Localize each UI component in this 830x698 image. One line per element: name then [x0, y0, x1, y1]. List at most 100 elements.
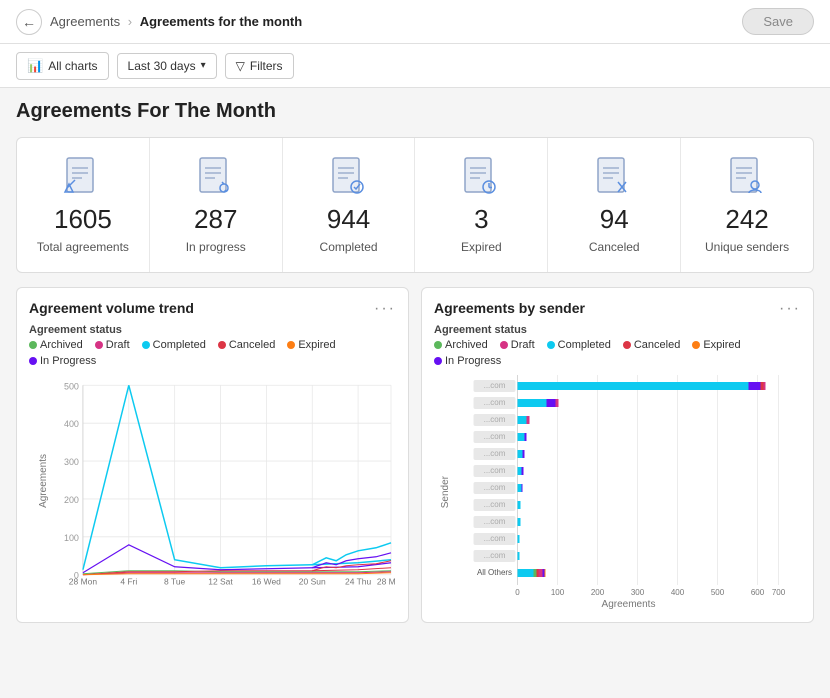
volume-chart-header: Agreement volume trend ···	[29, 300, 396, 318]
svg-text:400: 400	[64, 419, 79, 429]
svg-text:...com: ...com	[484, 483, 506, 492]
charts-icon: 📊	[27, 58, 43, 74]
sender-legend-draft: Draft	[500, 339, 535, 351]
stats-row: 1605 Total agreements 287 In progress	[16, 137, 814, 273]
volume-trend-chart: Agreement volume trend ··· Agreement sta…	[16, 287, 409, 623]
svg-text:...com: ...com	[484, 551, 506, 560]
filters-label: Filters	[250, 59, 283, 73]
svg-text:100: 100	[551, 588, 565, 597]
volume-chart-menu-button[interactable]: ···	[374, 300, 396, 318]
svg-text:0: 0	[515, 588, 520, 597]
sender-y-axis-label: Sender	[434, 375, 456, 610]
volume-chart-area: Agreements 500 400 300 200 100	[29, 375, 396, 588]
svg-text:...com: ...com	[484, 415, 506, 424]
chevron-down-icon: ▾	[201, 60, 206, 71]
expired-icon	[455, 154, 507, 198]
canceled-number: 94	[600, 206, 629, 232]
svg-text:300: 300	[64, 457, 79, 467]
in-progress-icon	[190, 154, 242, 198]
svg-text:600: 600	[751, 588, 765, 597]
svg-text:8 Tue: 8 Tue	[164, 576, 185, 584]
sender-x-axis-label: Agreements	[456, 599, 801, 610]
stat-canceled: 94 Canceled	[548, 138, 681, 272]
stat-expired: 3 Expired	[415, 138, 548, 272]
svg-text:300: 300	[631, 588, 645, 597]
unique-senders-label: Unique senders	[705, 240, 789, 256]
svg-text:200: 200	[64, 495, 79, 505]
expired-number: 3	[474, 206, 488, 232]
svg-text:...com: ...com	[484, 432, 506, 441]
svg-text:...com: ...com	[484, 381, 506, 390]
sender-legend-expired: Expired	[692, 339, 740, 351]
filter-icon: ▽	[236, 59, 245, 73]
unique-senders-number: 242	[725, 206, 768, 232]
svg-text:700: 700	[772, 588, 786, 597]
sender-bar-chart-container: ...com ...com ...com ...com ...com ...co…	[456, 375, 801, 610]
svg-text:...com: ...com	[484, 466, 506, 475]
completed-number: 944	[327, 206, 370, 232]
all-charts-button[interactable]: 📊 All charts	[16, 52, 109, 80]
svg-text:16 Wed: 16 Wed	[252, 576, 281, 584]
svg-text:...com: ...com	[484, 534, 506, 543]
completed-icon	[323, 154, 375, 198]
svg-text:...com: ...com	[484, 500, 506, 509]
in-progress-number: 287	[194, 206, 237, 232]
svg-text:20 Sun: 20 Sun	[299, 576, 326, 584]
svg-text:28 Mon: 28 Mon	[377, 576, 396, 584]
date-range-button[interactable]: Last 30 days ▾	[117, 53, 217, 79]
breadcrumb-current: Agreements for the month	[140, 14, 303, 29]
canceled-label: Canceled	[589, 240, 640, 256]
in-progress-label: In progress	[186, 240, 246, 256]
sender-chart-header: Agreements by sender ···	[434, 300, 801, 318]
sender-legend-archived: Archived	[434, 339, 488, 351]
svg-text:100: 100	[64, 532, 79, 542]
legend-canceled: Canceled	[218, 339, 275, 351]
svg-text:400: 400	[671, 588, 685, 597]
legend-in-progress: In Progress	[29, 355, 96, 367]
volume-chart-legend: Archived Draft Completed Canceled Expire…	[29, 339, 396, 367]
y-axis-label: Agreements	[29, 375, 57, 588]
canceled-icon	[588, 154, 640, 198]
svg-text:500: 500	[64, 381, 79, 391]
volume-chart-title: Agreement volume trend	[29, 300, 194, 316]
sender-legend-in-progress: In Progress	[434, 355, 501, 367]
total-agreements-number: 1605	[54, 206, 112, 232]
stat-completed: 944 Completed	[283, 138, 416, 272]
completed-label: Completed	[320, 240, 378, 256]
sender-chart-legend: Archived Draft Completed Canceled Expire…	[434, 339, 801, 367]
svg-text:500: 500	[711, 588, 725, 597]
save-button[interactable]: Save	[742, 8, 814, 35]
charts-row: Agreement volume trend ··· Agreement sta…	[16, 287, 814, 623]
total-agreements-label: Total agreements	[37, 240, 129, 256]
sender-legend-completed: Completed	[547, 339, 611, 351]
svg-text:28 Mon: 28 Mon	[69, 576, 98, 584]
legend-archived: Archived	[29, 339, 83, 351]
sender-chart: Agreements by sender ··· Agreement statu…	[421, 287, 814, 623]
svg-text:4 Fri: 4 Fri	[120, 576, 137, 584]
charts-label: All charts	[48, 59, 97, 73]
toolbar: 📊 All charts Last 30 days ▾ ▽ Filters	[0, 44, 830, 88]
breadcrumb-parent[interactable]: Agreements	[50, 14, 120, 29]
legend-draft: Draft	[95, 339, 130, 351]
sender-legend-title: Agreement status	[434, 324, 801, 336]
header-left: ← Agreements › Agreements for the month	[16, 9, 302, 35]
date-range-label: Last 30 days	[128, 59, 196, 73]
page-title: Agreements For The Month	[16, 100, 814, 123]
filters-button[interactable]: ▽ Filters	[225, 53, 294, 79]
svg-text:...com: ...com	[484, 517, 506, 526]
svg-text:200: 200	[591, 588, 605, 597]
sender-chart-area: Sender	[434, 375, 801, 610]
svg-text:All Others: All Others	[477, 568, 512, 577]
back-button[interactable]: ←	[16, 9, 42, 35]
total-agreements-icon	[57, 154, 109, 198]
sender-chart-menu-button[interactable]: ···	[779, 300, 801, 318]
svg-text:24 Thu: 24 Thu	[345, 576, 372, 584]
legend-expired: Expired	[287, 339, 335, 351]
stat-unique-senders: 242 Unique senders	[681, 138, 813, 272]
svg-text:...com: ...com	[484, 398, 506, 407]
y-label: Agreements	[38, 454, 49, 508]
breadcrumb-separator: ›	[128, 14, 132, 29]
sender-chart-title: Agreements by sender	[434, 300, 585, 316]
main-content: Agreements For The Month 1605 Total agre…	[0, 88, 830, 698]
header: ← Agreements › Agreements for the month …	[0, 0, 830, 44]
